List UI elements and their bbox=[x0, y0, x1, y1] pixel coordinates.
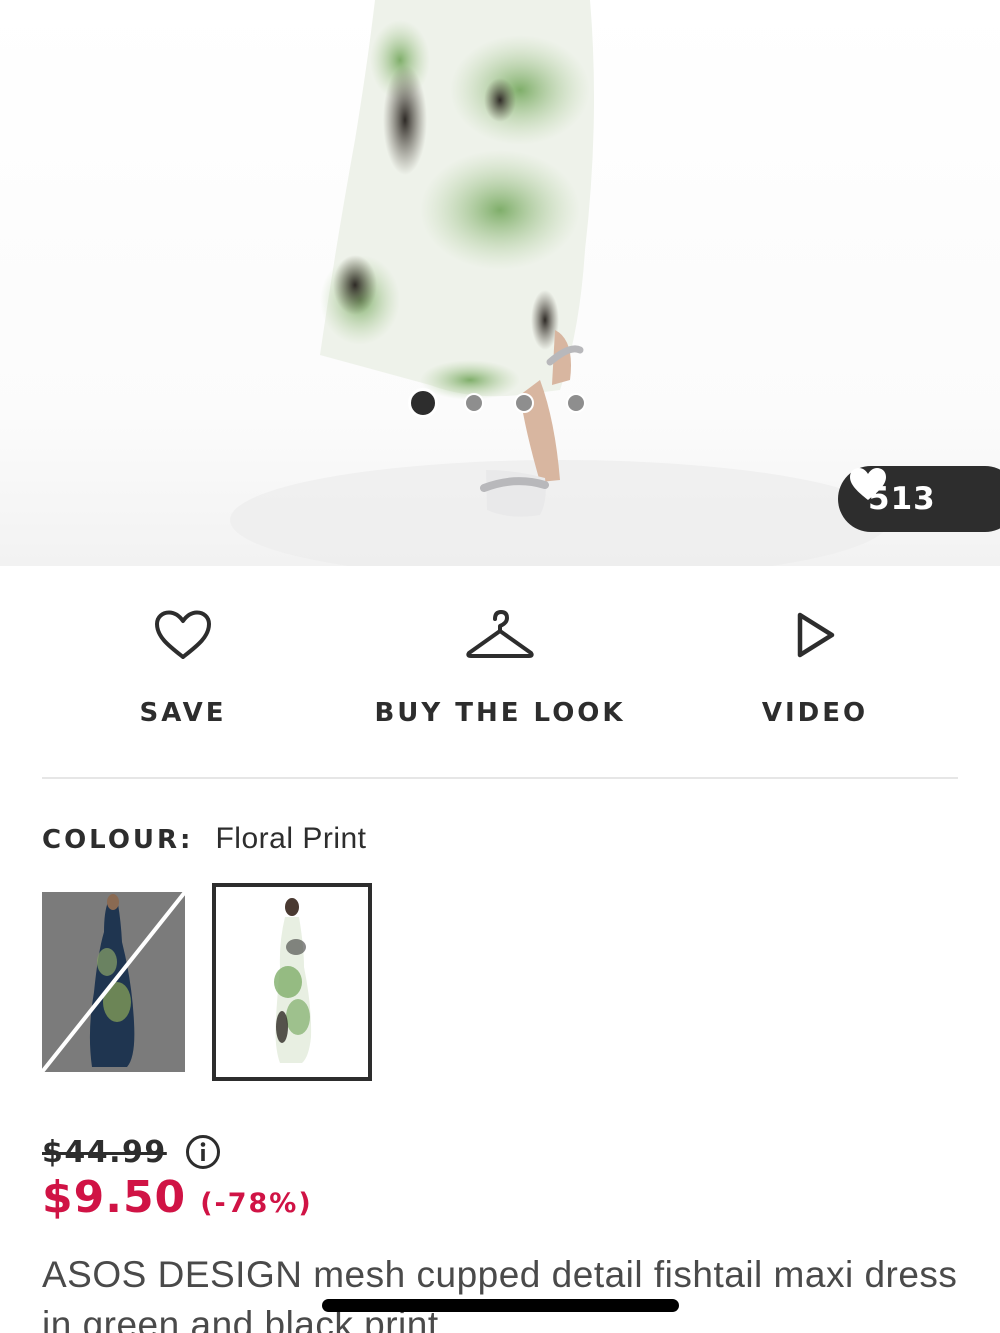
was-price: $44.99 bbox=[42, 1134, 167, 1170]
play-icon bbox=[797, 612, 835, 658]
home-indicator[interactable] bbox=[322, 1299, 679, 1312]
pagination-dot[interactable] bbox=[566, 393, 586, 413]
pagination-dot[interactable] bbox=[514, 393, 534, 413]
colour-selector-header: COLOUR: Floral Print bbox=[42, 822, 367, 856]
swatch-thumbnail bbox=[42, 892, 185, 1072]
heart-filled-icon bbox=[850, 468, 886, 500]
hanger-icon bbox=[466, 610, 534, 658]
colour-label: COLOUR: bbox=[42, 825, 194, 855]
likes-badge[interactable]: 513 bbox=[838, 466, 1000, 532]
colour-value: Floral Print bbox=[215, 822, 367, 855]
video-button[interactable]: VIDEO bbox=[750, 600, 880, 750]
divider bbox=[42, 777, 958, 779]
sale-price-row: $9.50 (-78%) bbox=[42, 1172, 313, 1223]
colour-swatch-unavailable[interactable] bbox=[42, 892, 185, 1072]
sale-price: $9.50 bbox=[42, 1172, 187, 1223]
swatch-thumbnail bbox=[216, 887, 368, 1077]
product-image[interactable]: 513 bbox=[0, 0, 1000, 566]
buy-the-look-label: BUY THE LOOK bbox=[374, 698, 626, 728]
product-actions: SAVE BUY THE LOOK VIDEO bbox=[0, 600, 1000, 760]
colour-swatch-selected[interactable] bbox=[212, 883, 372, 1081]
save-label: SAVE bbox=[139, 698, 227, 728]
discount-badge: (-78%) bbox=[200, 1188, 313, 1219]
was-price-row: $44.99 bbox=[42, 1134, 221, 1170]
buy-the-look-button[interactable]: BUY THE LOOK bbox=[360, 600, 640, 750]
save-button[interactable]: SAVE bbox=[130, 600, 236, 750]
pagination-dot[interactable] bbox=[464, 393, 484, 413]
image-pagination[interactable] bbox=[408, 388, 598, 420]
product-title: ASOS DESIGN mesh cupped detail fishtail … bbox=[42, 1254, 958, 1333]
info-icon[interactable] bbox=[185, 1134, 221, 1170]
video-label: VIDEO bbox=[761, 698, 869, 728]
heart-icon bbox=[155, 610, 211, 659]
pagination-dot-active[interactable] bbox=[408, 388, 438, 418]
